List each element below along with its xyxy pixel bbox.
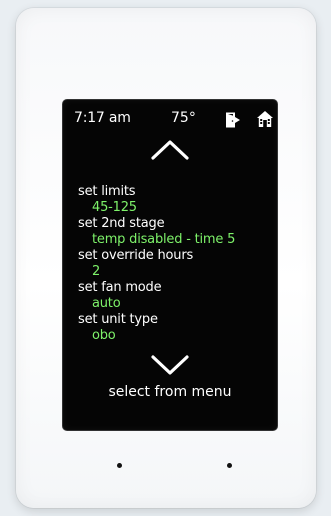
menu-item-value: temp disabled - time 5 [92,232,236,247]
right-indicator-dot [227,463,232,468]
menu-item-set-2nd-stage[interactable]: set 2nd stage temp disabled - time 5 [78,216,273,248]
menu-item-label: set unit type [78,312,158,327]
menu-item-set-limits[interactable]: set limits 45-125 [78,184,273,216]
menu-item-set-fan-mode[interactable]: set fan mode auto [78,280,273,312]
chevron-down-icon[interactable] [150,354,190,376]
menu-item-label: set override hours [78,248,194,263]
menu-item-label: set 2nd stage [78,216,165,231]
menu-item-label: set fan mode [78,280,162,295]
menu-list: set limits 45-125 set 2nd stage temp dis… [78,184,273,344]
chevron-up-icon[interactable] [150,139,190,161]
current-temperature: 75° [171,110,196,126]
thermostat-device: 7:17 am 75° set limits 45-125 set 2nd st… [16,8,316,508]
menu-item-value: auto [92,296,121,311]
menu-item-value: 45-125 [92,200,137,215]
status-bar: 7:17 am 75° [63,100,277,134]
home-icon[interactable] [255,109,275,129]
current-time: 7:17 am [74,110,131,126]
select-from-menu-label: select from menu [108,384,232,400]
left-indicator-dot [117,463,122,468]
menu-item-set-unit-type[interactable]: set unit type obo [78,312,273,344]
touch-screen: 7:17 am 75° set limits 45-125 set 2nd st… [63,100,277,430]
menu-item-value: obo [92,328,116,343]
menu-item-label: set limits [78,184,136,199]
exit-door-icon[interactable] [224,111,242,129]
menu-item-value: 2 [92,264,101,279]
menu-item-set-override-hours[interactable]: set override hours 2 [78,248,273,280]
